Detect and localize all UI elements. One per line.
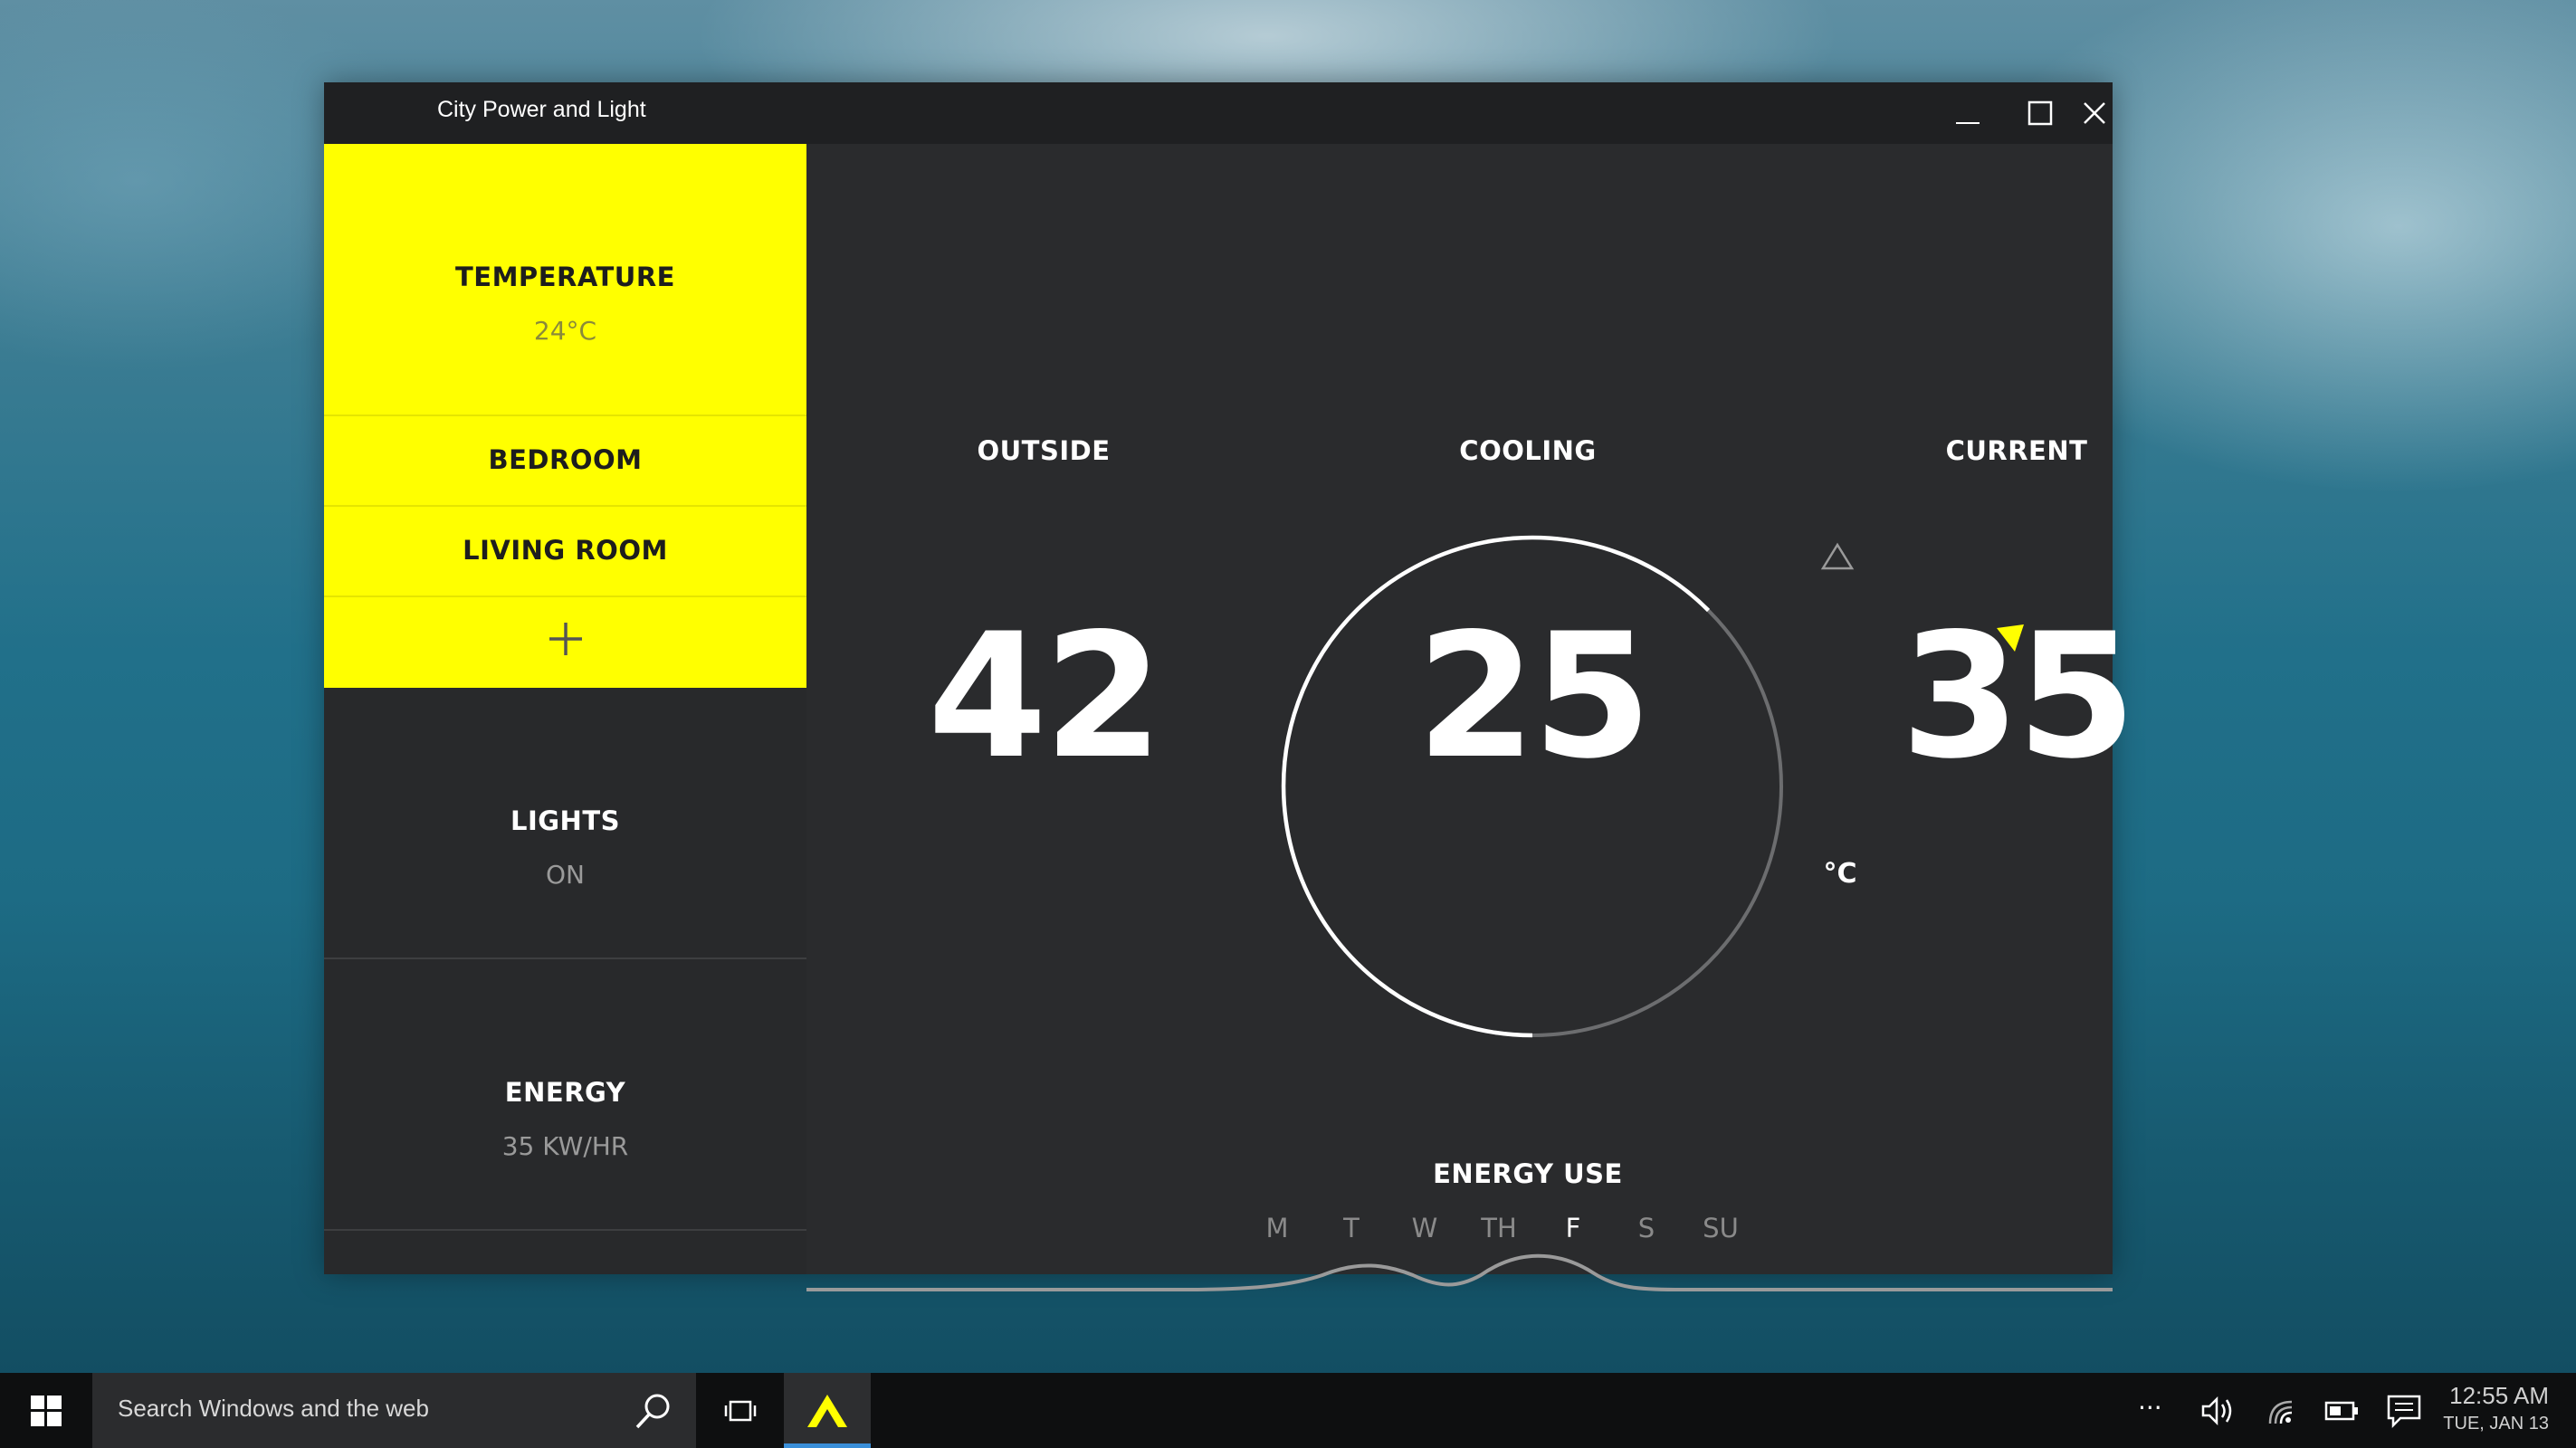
window-title: City Power and Light <box>437 97 646 122</box>
sidebar-item-label: ENERGY <box>504 1077 626 1108</box>
day-thursday[interactable]: TH <box>1463 1213 1535 1243</box>
active-indicator <box>784 1443 871 1448</box>
clock-time: 12:55 AM <box>2449 1382 2549 1409</box>
title-bar[interactable]: City Power and Light <box>324 82 2113 144</box>
energy-use-label: ENERGY USE <box>1433 1158 1623 1189</box>
day-tuesday[interactable]: T <box>1315 1213 1388 1243</box>
sidebar: TEMPERATURE 24°C BEDROOM LIVING ROOM LIG… <box>324 144 806 1274</box>
close-icon <box>2084 102 2105 124</box>
add-room-button[interactable] <box>324 606 806 679</box>
app-window: City Power and Light TEMPERATURE 24°C BE… <box>324 82 2136 1291</box>
start-button[interactable] <box>0 1373 92 1448</box>
sidebar-item-label: TEMPERATURE <box>454 262 675 292</box>
day-friday[interactable]: F <box>1537 1213 1609 1243</box>
plus-icon <box>549 623 582 655</box>
day-saturday[interactable]: S <box>1610 1213 1683 1243</box>
setpoint-marker-icon[interactable] <box>1995 623 2027 653</box>
sidebar-item-label: LIVING ROOM <box>463 535 668 566</box>
day-monday[interactable]: M <box>1241 1213 1313 1243</box>
app-logo-icon <box>807 1394 847 1427</box>
temperature-panel: TEMPERATURE 24°C BEDROOM LIVING ROOM <box>324 144 806 688</box>
outside-temperature: 42 <box>927 596 1163 796</box>
minimize-icon <box>1956 122 1980 124</box>
cooling-label: COOLING <box>1459 435 1597 466</box>
divider <box>324 505 806 507</box>
task-view-button[interactable] <box>715 1391 766 1431</box>
sidebar-item-label: BEDROOM <box>488 444 643 475</box>
windows-logo-icon <box>31 1395 62 1426</box>
task-view-icon <box>724 1400 757 1422</box>
lights-value: ON <box>546 860 585 890</box>
search-icon <box>635 1394 670 1429</box>
clock-date: TUE, JAN 13 <box>2443 1414 2549 1434</box>
sidebar-item-energy[interactable]: ENERGY 35 KW/HR <box>324 1077 806 1161</box>
volume-icon[interactable] <box>2199 1395 2236 1427</box>
divider <box>324 957 806 959</box>
temperature-unit: °C <box>1823 858 1857 890</box>
main-panel: OUTSIDE COOLING CURRENT 42 35 25 °C ENER… <box>806 144 2136 1291</box>
day-sunday[interactable]: SU <box>1684 1213 1757 1243</box>
divider <box>324 414 806 416</box>
sidebar-item-bedroom[interactable]: BEDROOM <box>324 444 806 475</box>
current-label: CURRENT <box>1945 435 2088 466</box>
network-icon[interactable] <box>2265 1395 2297 1427</box>
sidebar-item-temperature[interactable]: TEMPERATURE 24°C <box>324 262 806 346</box>
sidebar-item-living-room[interactable]: LIVING ROOM <box>324 535 806 566</box>
taskbar: Search Windows and the web ··· 12:55 AM … <box>0 1373 2576 1448</box>
divider <box>324 595 806 597</box>
sidebar-item-lights[interactable]: LIGHTS ON <box>324 805 806 890</box>
cooling-setpoint: 25 <box>1416 596 1652 796</box>
battery-icon[interactable] <box>2324 1398 2361 1424</box>
sidebar-item-label: LIGHTS <box>510 805 620 836</box>
action-center-icon[interactable] <box>2386 1393 2422 1429</box>
search-placeholder: Search Windows and the web <box>118 1395 429 1422</box>
energy-use-curve <box>806 1253 2113 1291</box>
maximize-icon <box>2027 100 2053 126</box>
more-icon[interactable]: ··· <box>2138 1393 2162 1423</box>
outside-label: OUTSIDE <box>977 435 1111 466</box>
energy-value: 35 KW/HR <box>501 1131 629 1161</box>
close-button[interactable] <box>2058 82 2131 144</box>
day-wednesday[interactable]: W <box>1388 1213 1461 1243</box>
system-clock[interactable]: 12:55 AM TUE, JAN 13 <box>2443 1382 2549 1434</box>
taskbar-app-city-power[interactable] <box>784 1373 871 1448</box>
temperature-up-icon[interactable] <box>1820 542 1855 571</box>
temperature-value: 24°C <box>533 316 597 346</box>
taskbar-search-box[interactable]: Search Windows and the web <box>92 1373 696 1448</box>
divider <box>324 1229 806 1231</box>
